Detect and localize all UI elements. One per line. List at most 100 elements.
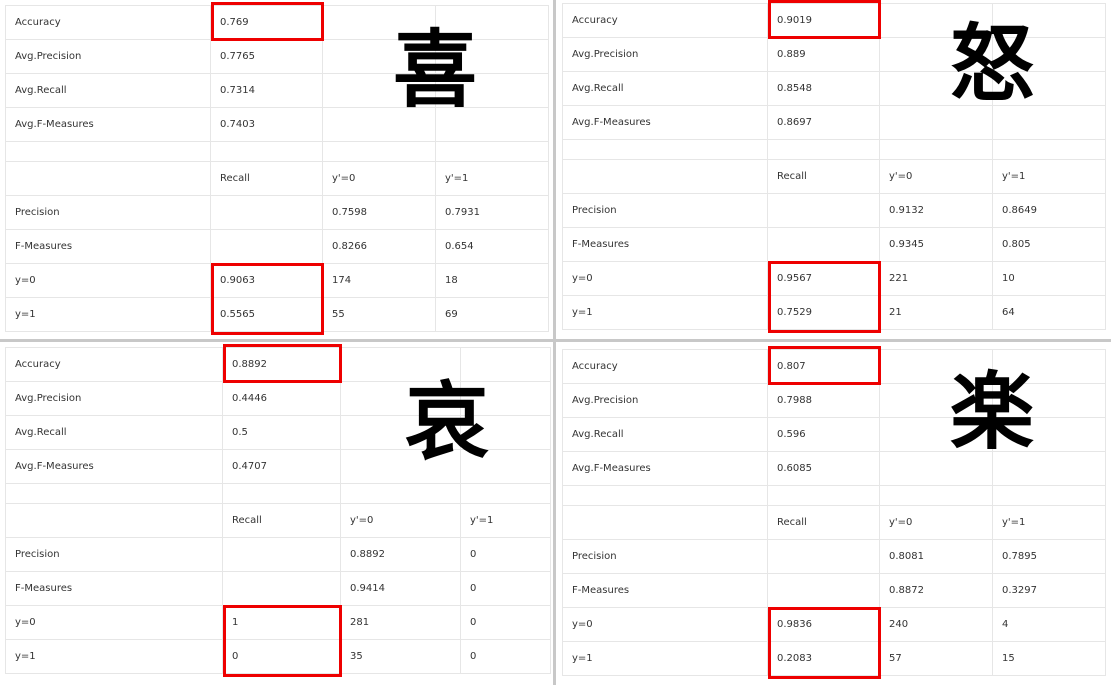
label: Precision xyxy=(562,193,768,228)
label: F-Measures xyxy=(562,227,768,262)
empty-cell xyxy=(562,139,768,160)
avg-precision-value: 0.7988 xyxy=(767,383,880,418)
label: Precision xyxy=(562,539,768,574)
table-row: F-Measures 0.9414 0 xyxy=(5,571,551,606)
table-row: Precision 0.8081 0.7895 xyxy=(562,539,1106,574)
label: Avg.Precision xyxy=(5,381,223,416)
label: y=0 xyxy=(562,261,768,296)
label: y=1 xyxy=(562,641,768,676)
empty-cell xyxy=(5,503,223,538)
header: y'=0 xyxy=(340,503,461,538)
emotion-kanji-joy: 喜 xyxy=(393,20,478,119)
table-row: Recall y'=0 y'=1 xyxy=(562,505,1106,540)
count: 35 xyxy=(340,639,461,674)
count: 221 xyxy=(879,261,993,296)
empty-cell xyxy=(210,195,323,230)
table-row: F-Measures 0.8872 0.3297 xyxy=(562,573,1106,608)
table-row: Recall y'=0 y'=1 xyxy=(5,161,549,196)
label: y=1 xyxy=(5,639,223,674)
highlight-box-recall xyxy=(223,605,342,677)
highlight-box-accuracy xyxy=(223,344,342,383)
label: y=0 xyxy=(562,607,768,642)
avg-precision-value: 0.7765 xyxy=(210,39,323,74)
header: Recall xyxy=(210,161,323,196)
avg-recall-value: 0.596 xyxy=(767,417,880,452)
value: 0.654 xyxy=(435,229,549,264)
empty-cell xyxy=(767,539,880,574)
empty-cell xyxy=(767,227,880,262)
count: 18 xyxy=(435,263,549,298)
empty-cell xyxy=(767,573,880,608)
value: 0 xyxy=(460,537,551,572)
count: 0 xyxy=(460,605,551,640)
table-row: Precision 0.8892 0 xyxy=(5,537,551,572)
empty-cell xyxy=(767,193,880,228)
empty-cell xyxy=(340,483,461,504)
label: Avg.Precision xyxy=(5,39,211,74)
value: 0.805 xyxy=(992,227,1106,262)
table-row: Recall y'=0 y'=1 xyxy=(562,159,1106,194)
value: 0.7895 xyxy=(992,539,1106,574)
header: y'=0 xyxy=(879,505,993,540)
empty-cell xyxy=(5,161,211,196)
table-row: F-Measures 0.8266 0.654 xyxy=(5,229,549,264)
value: 0.8872 xyxy=(879,573,993,608)
label: Precision xyxy=(5,195,211,230)
value: 0.9345 xyxy=(879,227,993,262)
emotion-kanji-anger: 怒 xyxy=(950,14,1035,113)
header: y'=1 xyxy=(460,503,551,538)
label: Avg.F-Measures xyxy=(5,449,223,484)
header: y'=1 xyxy=(435,161,549,196)
count: 69 xyxy=(435,297,549,332)
header: y'=0 xyxy=(879,159,993,194)
count: 57 xyxy=(879,641,993,676)
value: 0.9132 xyxy=(879,193,993,228)
avg-f-value: 0.8697 xyxy=(767,105,880,140)
value: 0.8649 xyxy=(992,193,1106,228)
empty-cell xyxy=(879,485,993,506)
label: F-Measures xyxy=(562,573,768,608)
label: y=0 xyxy=(5,263,211,298)
avg-recall-value: 0.8548 xyxy=(767,71,880,106)
empty-cell xyxy=(767,485,880,506)
highlight-box-recall xyxy=(768,607,881,679)
label: F-Measures xyxy=(5,229,211,264)
count: 55 xyxy=(322,297,436,332)
label: Avg.Recall xyxy=(5,415,223,450)
count: 281 xyxy=(340,605,461,640)
label: Avg.Recall xyxy=(562,71,768,106)
label: Avg.F-Measures xyxy=(5,107,211,142)
count: 64 xyxy=(992,295,1106,330)
table-row xyxy=(5,141,549,162)
header: y'=0 xyxy=(322,161,436,196)
value: 0.8892 xyxy=(340,537,461,572)
emotion-kanji-sorrow: 哀 xyxy=(405,372,490,471)
label: Accuracy xyxy=(5,5,211,40)
highlight-box-accuracy xyxy=(768,346,881,385)
count: 174 xyxy=(322,263,436,298)
table-row: Precision 0.7598 0.7931 xyxy=(5,195,549,230)
header: Recall xyxy=(767,159,880,194)
avg-f-value: 0.6085 xyxy=(767,451,880,486)
label: y=1 xyxy=(5,297,211,332)
empty-cell xyxy=(210,229,323,264)
header: y'=1 xyxy=(992,505,1106,540)
value: 0.9414 xyxy=(340,571,461,606)
empty-cell xyxy=(992,139,1106,160)
empty-cell xyxy=(562,505,768,540)
label: Avg.Precision xyxy=(562,37,768,72)
value: 0.3297 xyxy=(992,573,1106,608)
value: 0.8266 xyxy=(322,229,436,264)
empty-cell xyxy=(562,159,768,194)
label: Accuracy xyxy=(562,3,768,38)
empty-cell xyxy=(222,571,341,606)
empty-cell xyxy=(222,537,341,572)
empty-cell xyxy=(222,483,341,504)
label: Precision xyxy=(5,537,223,572)
label: Avg.Recall xyxy=(562,417,768,452)
highlight-box-accuracy xyxy=(768,0,881,39)
label: Accuracy xyxy=(562,349,768,384)
empty-cell xyxy=(767,139,880,160)
avg-f-value: 0.7403 xyxy=(210,107,323,142)
value: 0.8081 xyxy=(879,539,993,574)
